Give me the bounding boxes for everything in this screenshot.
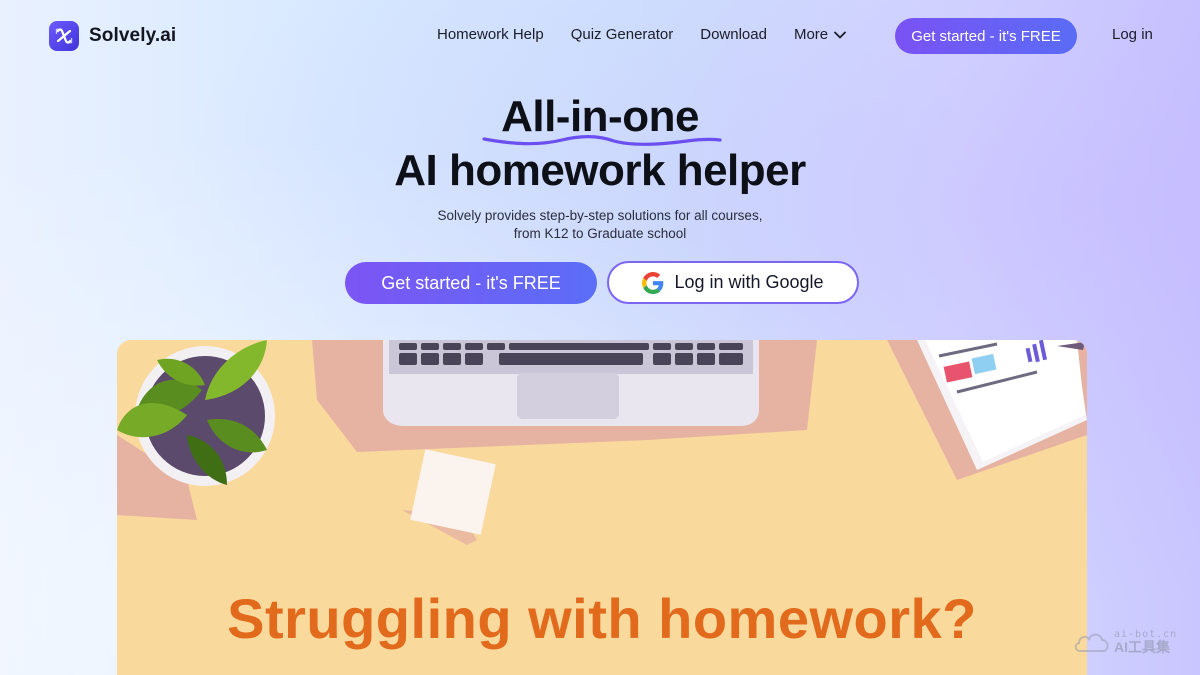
watermark: ai-bot.cn AI工具集 [1074,630,1177,654]
nav-item-more-label: More [793,26,829,43]
hero-title-line2: AI homework helper [394,146,806,195]
hero-illustration: Struggling with homework? [117,340,1087,675]
cloud-logo-icon [1074,633,1109,652]
chevron-down-icon [834,31,847,38]
worksheet-papers [887,340,1087,480]
brand-name: Solvely.ai [89,25,177,46]
illustration-headline: Struggling with homework? [227,587,977,650]
nav-item-more[interactable]: More [793,26,847,43]
hero-subtitle-line1: Solvely provides step-by-step solutions … [437,208,763,223]
nav-item-download[interactable]: Download [700,26,767,43]
site-header: Solvely.ai Homework Help Quiz Generator … [0,0,1200,72]
watermark-title: AI工具集 [1114,639,1170,655]
laptop [383,340,759,426]
login-with-google-label: Log in with Google [674,272,824,292]
logo-icon [49,21,79,51]
sticky-note [402,449,496,545]
nav-item-homework-help[interactable]: Homework Help [437,26,544,43]
header-login-link[interactable]: Log in [1112,26,1153,43]
hero-subtitle-line2: from K12 to Graduate school [513,226,687,241]
logo[interactable]: Solvely.ai [49,21,176,51]
header-get-started-button[interactable]: Get started - it's FREE [895,18,1077,54]
main-nav: Homework Help Quiz Generator Download Mo… [437,26,873,43]
login-with-google-button[interactable]: Log in with Google [607,261,859,304]
nav-item-quiz-generator[interactable]: Quiz Generator [571,26,674,43]
hero-get-started-button[interactable]: Get started - it's FREE [345,262,597,304]
google-icon [642,271,664,294]
